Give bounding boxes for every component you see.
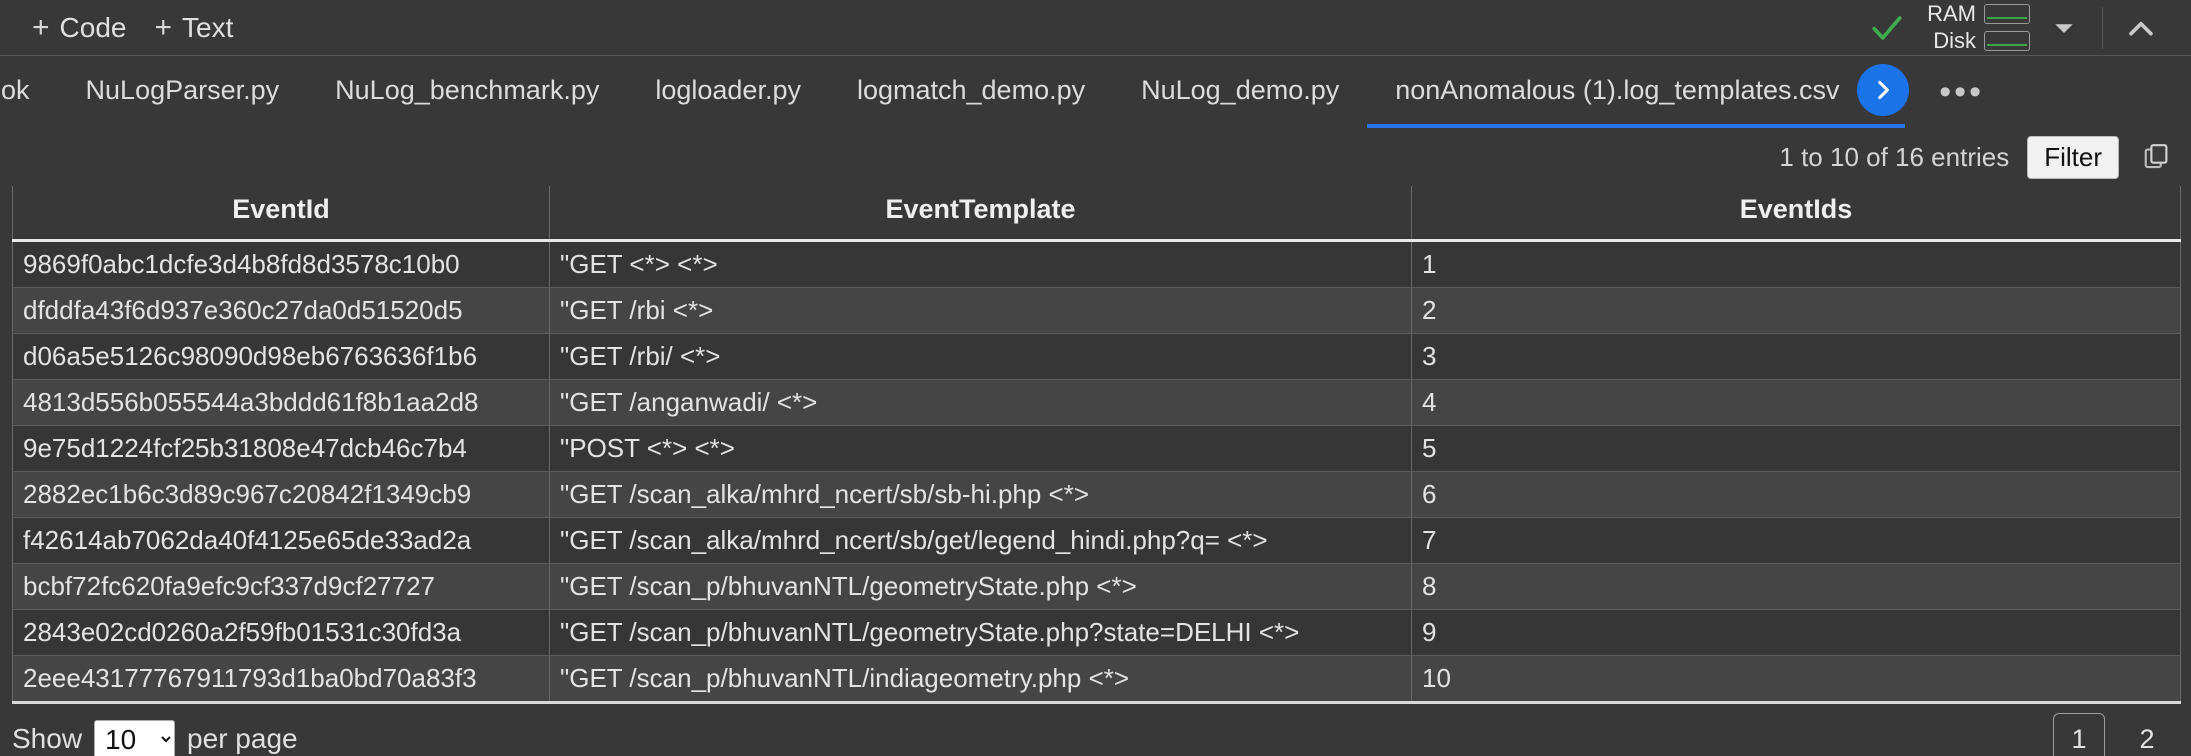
cell-eventid: 2882ec1b6c3d89c967c20842f1349cb9: [12, 471, 550, 518]
resource-meters[interactable]: RAM Disk: [1912, 2, 2036, 53]
cell-eventids: 2: [1411, 287, 2181, 334]
cell-eventid: f42614ab7062da40f4125e65de33ad2a: [12, 517, 550, 564]
column-header-eventid[interactable]: EventId: [12, 186, 550, 242]
cell-eventid: 2843e02cd0260a2f59fb01531c30fd3a: [12, 609, 550, 656]
per-page-label: per page: [187, 723, 298, 754]
page-size-select[interactable]: 10 25 50 100: [94, 719, 176, 756]
tab-label: logloader.py: [655, 74, 801, 105]
table-row[interactable]: 2eee43177767911793d1ba0bd70a83f3 "GET /s…: [12, 655, 2181, 704]
chevron-right-icon: [1878, 80, 1890, 100]
tab-label: NuLogParser.py: [85, 74, 280, 105]
next-tab-button[interactable]: [1857, 64, 1910, 116]
table-row[interactable]: 2843e02cd0260a2f59fb01531c30fd3a "GET /s…: [12, 609, 2181, 656]
cell-eventtemplate: "GET /rbi/ <*>: [549, 333, 1412, 380]
cell-eventids: 6: [1411, 471, 2181, 518]
cell-eventids: 3: [1411, 333, 2181, 380]
cell-eventids: 5: [1411, 425, 2181, 472]
cell-eventid: 9e75d1224fcf25b31808e47dcb46c7b4: [12, 425, 550, 472]
cell-eventtemplate: "POST <*> <*>: [549, 425, 1412, 472]
chevron-down-icon: [2055, 23, 2073, 33]
tab-nulogparser-py[interactable]: NuLogParser.py: [58, 56, 308, 128]
collapse-toolbar-button[interactable]: [2113, 0, 2169, 55]
table-footer: Show 10 25 50 100 per page 1 2: [0, 704, 2191, 756]
table-row[interactable]: 2882ec1b6c3d89c967c20842f1349cb9 "GET /s…: [12, 471, 2181, 518]
ram-label: RAM: [1927, 1, 1976, 26]
add-text-label: Text: [182, 11, 234, 43]
cell-eventtemplate: "GET <*> <*>: [549, 240, 1412, 288]
checkmark-icon: [1866, 7, 1908, 49]
tab-label: logmatch_demo.py: [856, 74, 1086, 105]
notebook-toolbar: + Code + Text RAM Disk: [0, 0, 2191, 55]
cell-eventid: d06a5e5126c98090d98eb6763636f1b6: [12, 333, 550, 380]
tab-ook[interactable]: ook: [0, 56, 58, 128]
tab-nonanomalous-log-templates-csv[interactable]: nonAnomalous (1).log_templates.csv ✕: [1367, 56, 1910, 128]
page-size-control: Show 10 25 50 100 per page: [12, 719, 298, 756]
table-row[interactable]: 9e75d1224fcf25b31808e47dcb46c7b4 "POST <…: [12, 425, 2181, 472]
table-row[interactable]: bcbf72fc620fa9efc9cf337d9cf27727 "GET /s…: [12, 563, 2181, 610]
cell-eventtemplate: "GET /scan_alka/mhrd_ncert/sb/sb-hi.php …: [549, 471, 1412, 518]
column-header-eventtemplate[interactable]: EventTemplate: [549, 186, 1412, 242]
chevron-up-icon: [2129, 21, 2153, 36]
cell-eventids: 1: [1411, 240, 2181, 288]
ram-meter-icon: [1984, 4, 2030, 24]
tab-overflow-menu-button[interactable]: •••: [1905, 56, 2006, 128]
cell-eventtemplate: "GET /scan_p/bhuvanNTL/geometryState.php…: [549, 609, 1412, 656]
tab-label: NuLog_demo.py: [1141, 74, 1340, 105]
cell-eventtemplate: "GET /rbi <*>: [549, 287, 1412, 334]
cell-eventids: 7: [1411, 517, 2181, 564]
cell-eventids: 9: [1411, 609, 2181, 656]
cell-eventid: 2eee43177767911793d1ba0bd70a83f3: [12, 655, 550, 704]
table-row[interactable]: d06a5e5126c98090d98eb6763636f1b6 "GET /r…: [12, 333, 2181, 380]
tab-logloader-py[interactable]: logloader.py: [627, 56, 829, 128]
disk-label: Disk: [1933, 28, 1976, 53]
cell-eventid: 9869f0abc1dcfe3d4b8fd8d3578c10b0: [12, 240, 550, 288]
table-row[interactable]: dfddfa43f6d937e360c27da0d51520d5 "GET /r…: [12, 287, 2181, 334]
resource-dropdown-button[interactable]: [2036, 0, 2092, 55]
table-header-row: EventId EventTemplate EventIds: [12, 186, 2181, 242]
table-row[interactable]: 9869f0abc1dcfe3d4b8fd8d3578c10b0 "GET <*…: [12, 240, 2181, 288]
toolbar-right-group: RAM Disk: [1866, 0, 2191, 55]
page-button-2[interactable]: 2: [2121, 713, 2173, 756]
table-row[interactable]: 4813d556b055544a3bddd61f8b1aa2d8 "GET /a…: [12, 379, 2181, 426]
cell-eventids: 10: [1411, 655, 2181, 704]
cell-eventtemplate: "GET /scan_p/bhuvanNTL/indiageometry.php…: [549, 655, 1412, 704]
table-row[interactable]: f42614ab7062da40f4125e65de33ad2a "GET /s…: [12, 517, 2181, 564]
page-button-1[interactable]: 1: [2053, 713, 2105, 756]
cell-eventids: 4: [1411, 379, 2181, 426]
tab-label: nonAnomalous (1).log_templates.csv: [1395, 74, 1840, 105]
cell-eventids: 8: [1411, 563, 2181, 610]
cell-eventid: 4813d556b055544a3bddd61f8b1aa2d8: [12, 379, 550, 426]
toolbar-divider: [2102, 6, 2103, 49]
entries-count-label: 1 to 10 of 16 entries: [1779, 141, 2010, 172]
add-code-button[interactable]: + Code: [18, 8, 140, 48]
more-options-icon: •••: [1939, 72, 1984, 111]
cell-eventtemplate: "GET /scan_alka/mhrd_ncert/sb/get/legend…: [549, 517, 1412, 564]
copy-icon[interactable]: [2137, 137, 2177, 177]
filter-button[interactable]: Filter: [2027, 135, 2119, 179]
table-toolbar: 1 to 10 of 16 entries Filter: [0, 128, 2191, 186]
disk-meter-icon: [1984, 31, 2030, 51]
ram-meter-row: RAM: [1918, 2, 2030, 26]
tab-label: NuLog_benchmark.py: [335, 74, 600, 105]
add-code-label: Code: [59, 11, 127, 43]
show-label: Show: [12, 723, 83, 754]
file-tab-bar: ook NuLogParser.py NuLog_benchmark.py lo…: [0, 55, 2191, 128]
cell-eventid: bcbf72fc620fa9efc9cf337d9cf27727: [12, 563, 550, 610]
disk-meter-row: Disk: [1918, 29, 2030, 53]
add-text-button[interactable]: + Text: [140, 8, 247, 48]
tab-logmatch-demo-py[interactable]: logmatch_demo.py: [829, 56, 1113, 128]
tab-nulog-benchmark-py[interactable]: NuLog_benchmark.py: [307, 56, 627, 128]
cell-eventid: dfddfa43f6d937e360c27da0d51520d5: [12, 287, 550, 334]
tab-nulog-demo-py[interactable]: NuLog_demo.py: [1113, 56, 1367, 128]
column-header-eventids[interactable]: EventIds: [1411, 186, 2181, 242]
cell-eventtemplate: "GET /scan_p/bhuvanNTL/geometryState.php…: [549, 563, 1412, 610]
plus-icon: +: [154, 10, 172, 44]
dataframe-viewer-panel: 1 to 10 of 16 entries Filter EventId Eve…: [0, 128, 2191, 756]
cell-eventtemplate: "GET /anganwadi/ <*>: [549, 379, 1412, 426]
pagination: 1 2: [2053, 713, 2173, 756]
tab-label: ook: [0, 74, 30, 105]
event-templates-table: EventId EventTemplate EventIds 9869f0abc…: [12, 186, 2181, 704]
plus-icon: +: [32, 10, 50, 44]
